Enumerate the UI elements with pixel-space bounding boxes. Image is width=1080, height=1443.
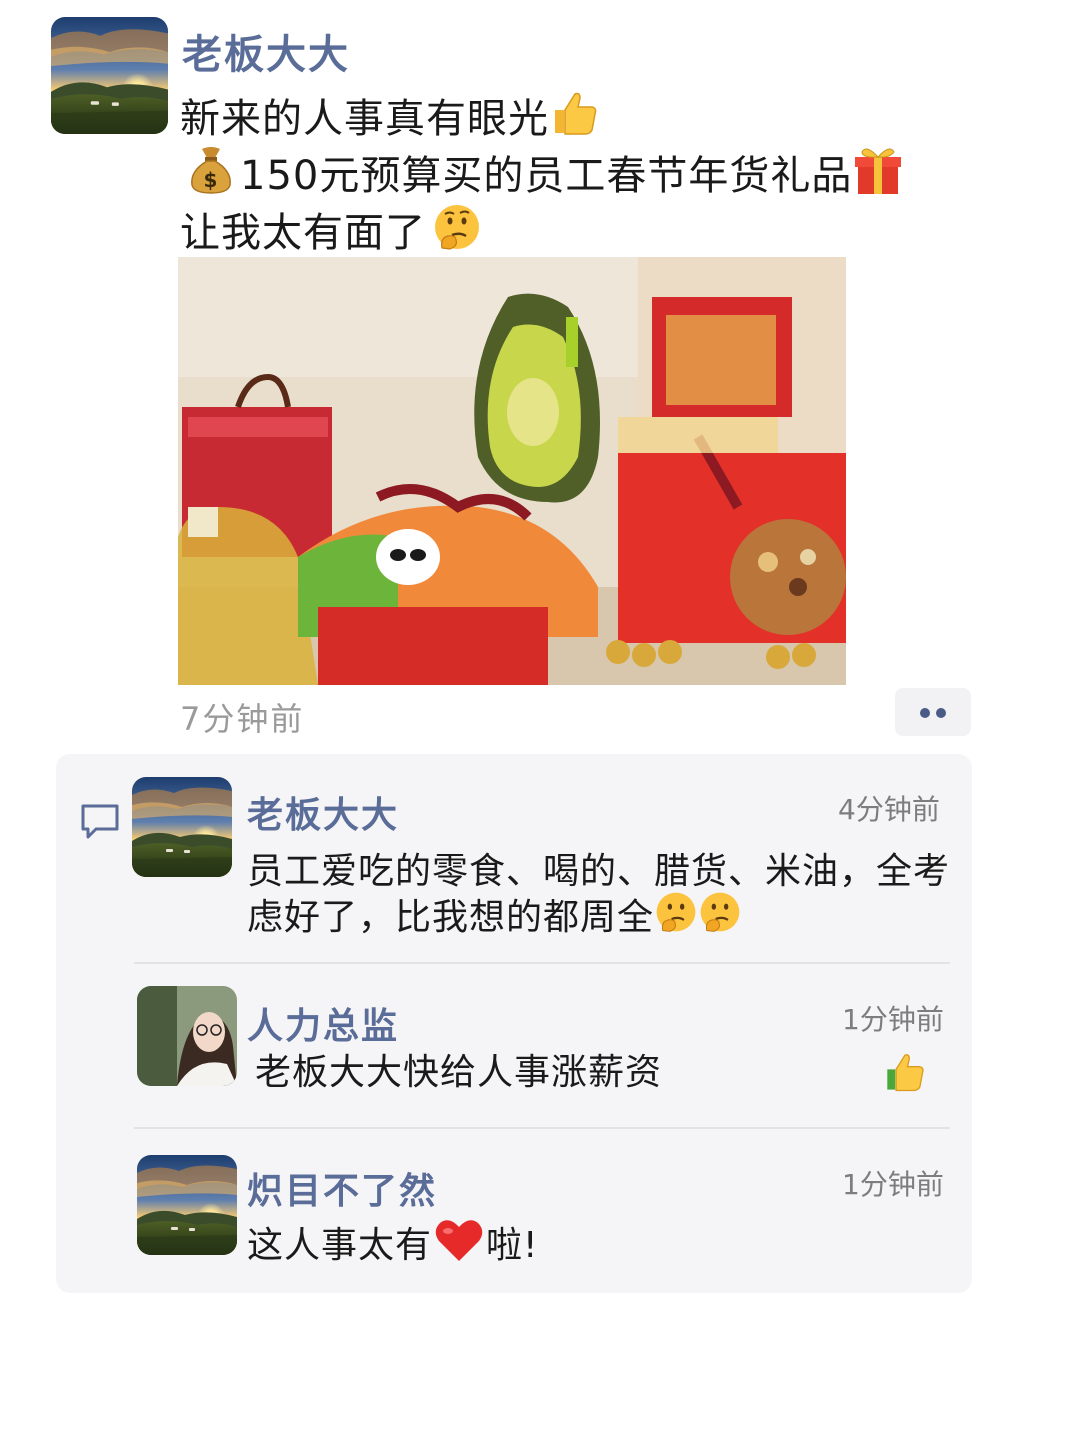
more-button[interactable] [895,688,971,736]
comment-text: 老板大大快给人事涨薪资 [255,1052,663,1093]
thinking-face-icon [432,202,482,262]
post-text-1: 新来的人事真有眼光 [180,96,549,142]
post-text-line-1: 新来的人事真有眼光 [180,86,599,151]
post-photo[interactable] [178,257,846,685]
comment-text-line: 这人事太有 啦! [247,1216,538,1275]
thumbs-up-icon [549,88,599,148]
comment-text-after: 啦! [486,1225,539,1266]
thinking-face-icon [698,890,742,943]
post-text-3: 让我太有面了 [180,210,426,256]
comment-author-name[interactable]: 人力总监 [247,997,399,1049]
comment-time: 4分钟前 [838,793,940,826]
comment-time: 1分钟前 [842,1003,944,1036]
comment-time: 1分钟前 [842,1168,944,1201]
post-time: 7分钟前 [180,700,305,738]
comment-divider [134,962,950,964]
gift-icon [852,144,904,206]
comment-avatar[interactable] [132,777,232,877]
post-avatar[interactable] [51,17,168,134]
comment-icon [80,803,120,841]
thinking-face-icon [654,890,698,943]
comment-divider [134,1127,950,1129]
comment-text-line-2: 虑好了，比我想的都周全 [247,888,742,946]
comment-text-before: 这人事太有 [247,1225,433,1266]
post-text-line-3: 让我太有面了 [180,200,482,265]
comment-avatar[interactable] [137,1155,237,1255]
heart-icon [434,1217,484,1272]
comment-text-line-1: 员工爱吃的零食、喝的、腊货、米油，全考 [247,851,951,892]
post-text-2: 150元预算买的员工春节年货礼品 [240,153,853,199]
more-icon [920,708,930,718]
money-bag-icon: $ [188,145,234,205]
more-icon-dot [936,708,946,718]
comment-text-2: 虑好了，比我想的都周全 [247,897,655,938]
comment-avatar[interactable] [137,986,237,1086]
comment-author-name[interactable]: 炽目不了然 [247,1162,437,1214]
comment-author-name[interactable]: 老板大大 [247,786,399,838]
thumbs-up-icon [882,1050,926,1098]
svg-text:$: $ [204,168,219,192]
post-author-name[interactable]: 老板大大 [182,22,350,80]
